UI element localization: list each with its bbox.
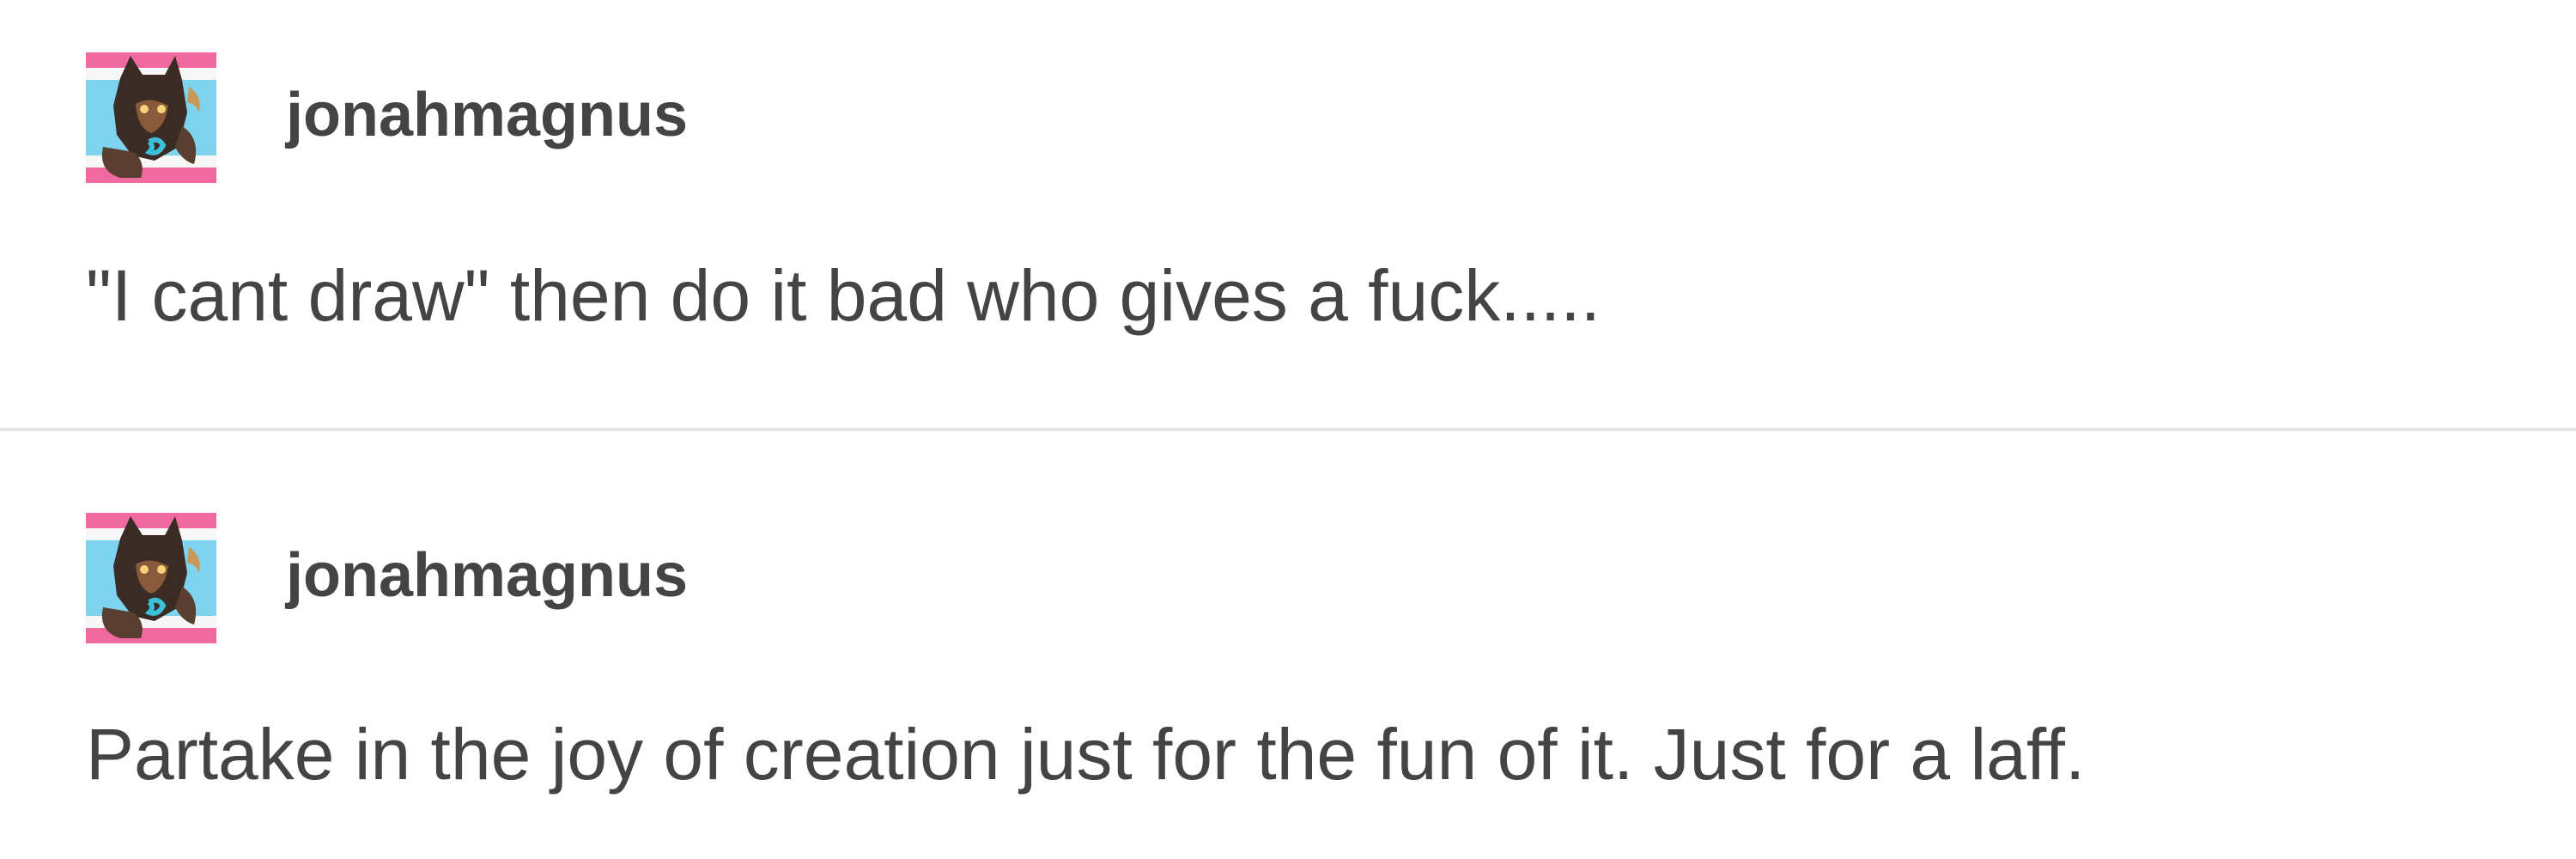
post-text: Partake in the joy of creation just for … <box>86 714 2086 795</box>
avatar[interactable] <box>86 513 216 643</box>
post-username[interactable]: jonahmagnus <box>286 84 688 146</box>
post-username[interactable]: jonahmagnus <box>286 545 688 606</box>
character-avatar-icon <box>86 513 216 643</box>
avatar[interactable] <box>86 52 216 183</box>
post: jonahmagnus Partake in the joy of creati… <box>0 433 2576 859</box>
character-avatar-icon <box>86 52 216 183</box>
post: jonahmagnus "I cant draw" then do it bad… <box>0 0 2576 430</box>
divider <box>0 428 2576 431</box>
post-text: "I cant draw" then do it bad who gives a… <box>86 255 1601 336</box>
